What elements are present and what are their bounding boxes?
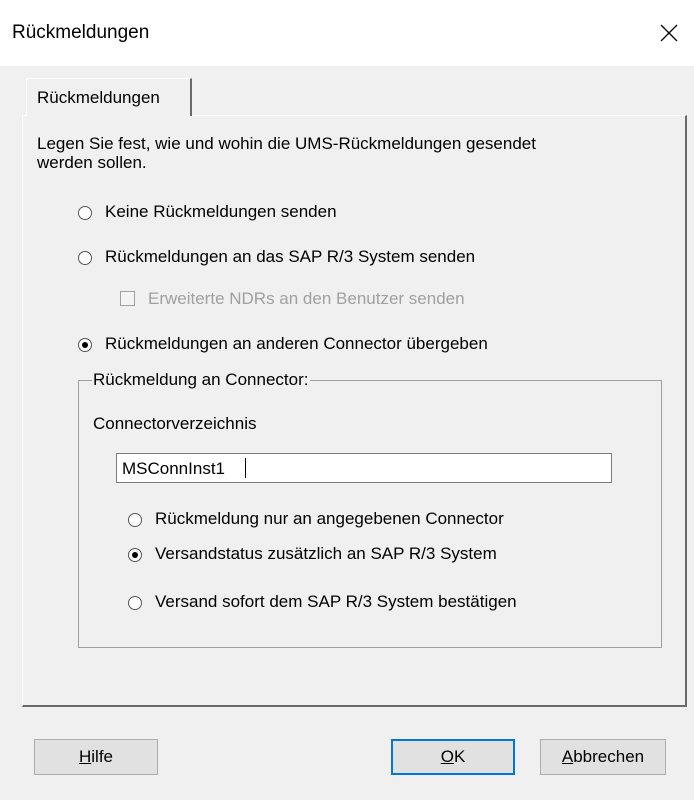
connector-dir-value: MSConnInst1 <box>122 459 225 478</box>
radio-selected-dot <box>82 342 88 348</box>
option-no-feedback-label[interactable]: Keine Rückmeldungen senden <box>105 202 337 222</box>
radio-sap-feedback[interactable] <box>78 251 92 265</box>
help-button-label: Hilfe <box>78 747 113 766</box>
description-line-2: werden sollen. <box>37 153 147 172</box>
radio-only-connector[interactable] <box>128 513 142 527</box>
cancel-button-label: Abbrechen <box>561 747 645 766</box>
text-caret <box>245 458 246 478</box>
suboption-confirm-sap-label[interactable]: Versand sofort dem SAP R/3 System bestät… <box>155 592 517 612</box>
suboption-only-connector-label[interactable]: Rückmeldung nur an angegebenen Connector <box>155 509 504 529</box>
radio-selected-dot <box>132 552 138 558</box>
tab-rueckmeldungen[interactable]: Rückmeldungen <box>26 78 192 116</box>
help-button[interactable]: Hilfe <box>34 739 158 775</box>
suboption-status-sap-label[interactable]: Versandstatus zusätzlich an SAP R/3 Syst… <box>155 544 497 564</box>
connector-dir-label: Connectorverzeichnis <box>93 414 257 433</box>
tab-label: Rückmeldungen <box>37 88 160 107</box>
close-button[interactable] <box>644 0 694 66</box>
option-connector-feedback-label[interactable]: Rückmeldungen an anderen Connector überg… <box>105 334 488 354</box>
ndr-checkbox-label: Erweiterte NDRs an den Benutzer senden <box>148 289 465 308</box>
ndr-checkbox[interactable] <box>120 291 135 306</box>
connector-dir-input[interactable]: MSConnInst1 <box>116 453 612 483</box>
option-sap-feedback-label[interactable]: Rückmeldungen an das SAP R/3 System send… <box>105 247 475 267</box>
title-bar: Rückmeldungen <box>0 0 694 66</box>
window-title: Rückmeldungen <box>12 22 150 43</box>
radio-connector-feedback[interactable] <box>78 338 92 352</box>
radio-no-feedback[interactable] <box>78 206 92 220</box>
description-line-1: Legen Sie fest, wie und wohin die UMS-Rü… <box>37 134 536 153</box>
close-icon <box>660 24 678 42</box>
ok-button[interactable]: OK <box>391 739 515 775</box>
connector-group-legend: Rückmeldung an Connector: <box>92 370 311 390</box>
radio-confirm-sap[interactable] <box>128 596 142 610</box>
ok-button-label: OK <box>440 747 466 766</box>
radio-status-sap[interactable] <box>128 548 142 562</box>
cancel-button[interactable]: Abbrechen <box>540 739 666 775</box>
